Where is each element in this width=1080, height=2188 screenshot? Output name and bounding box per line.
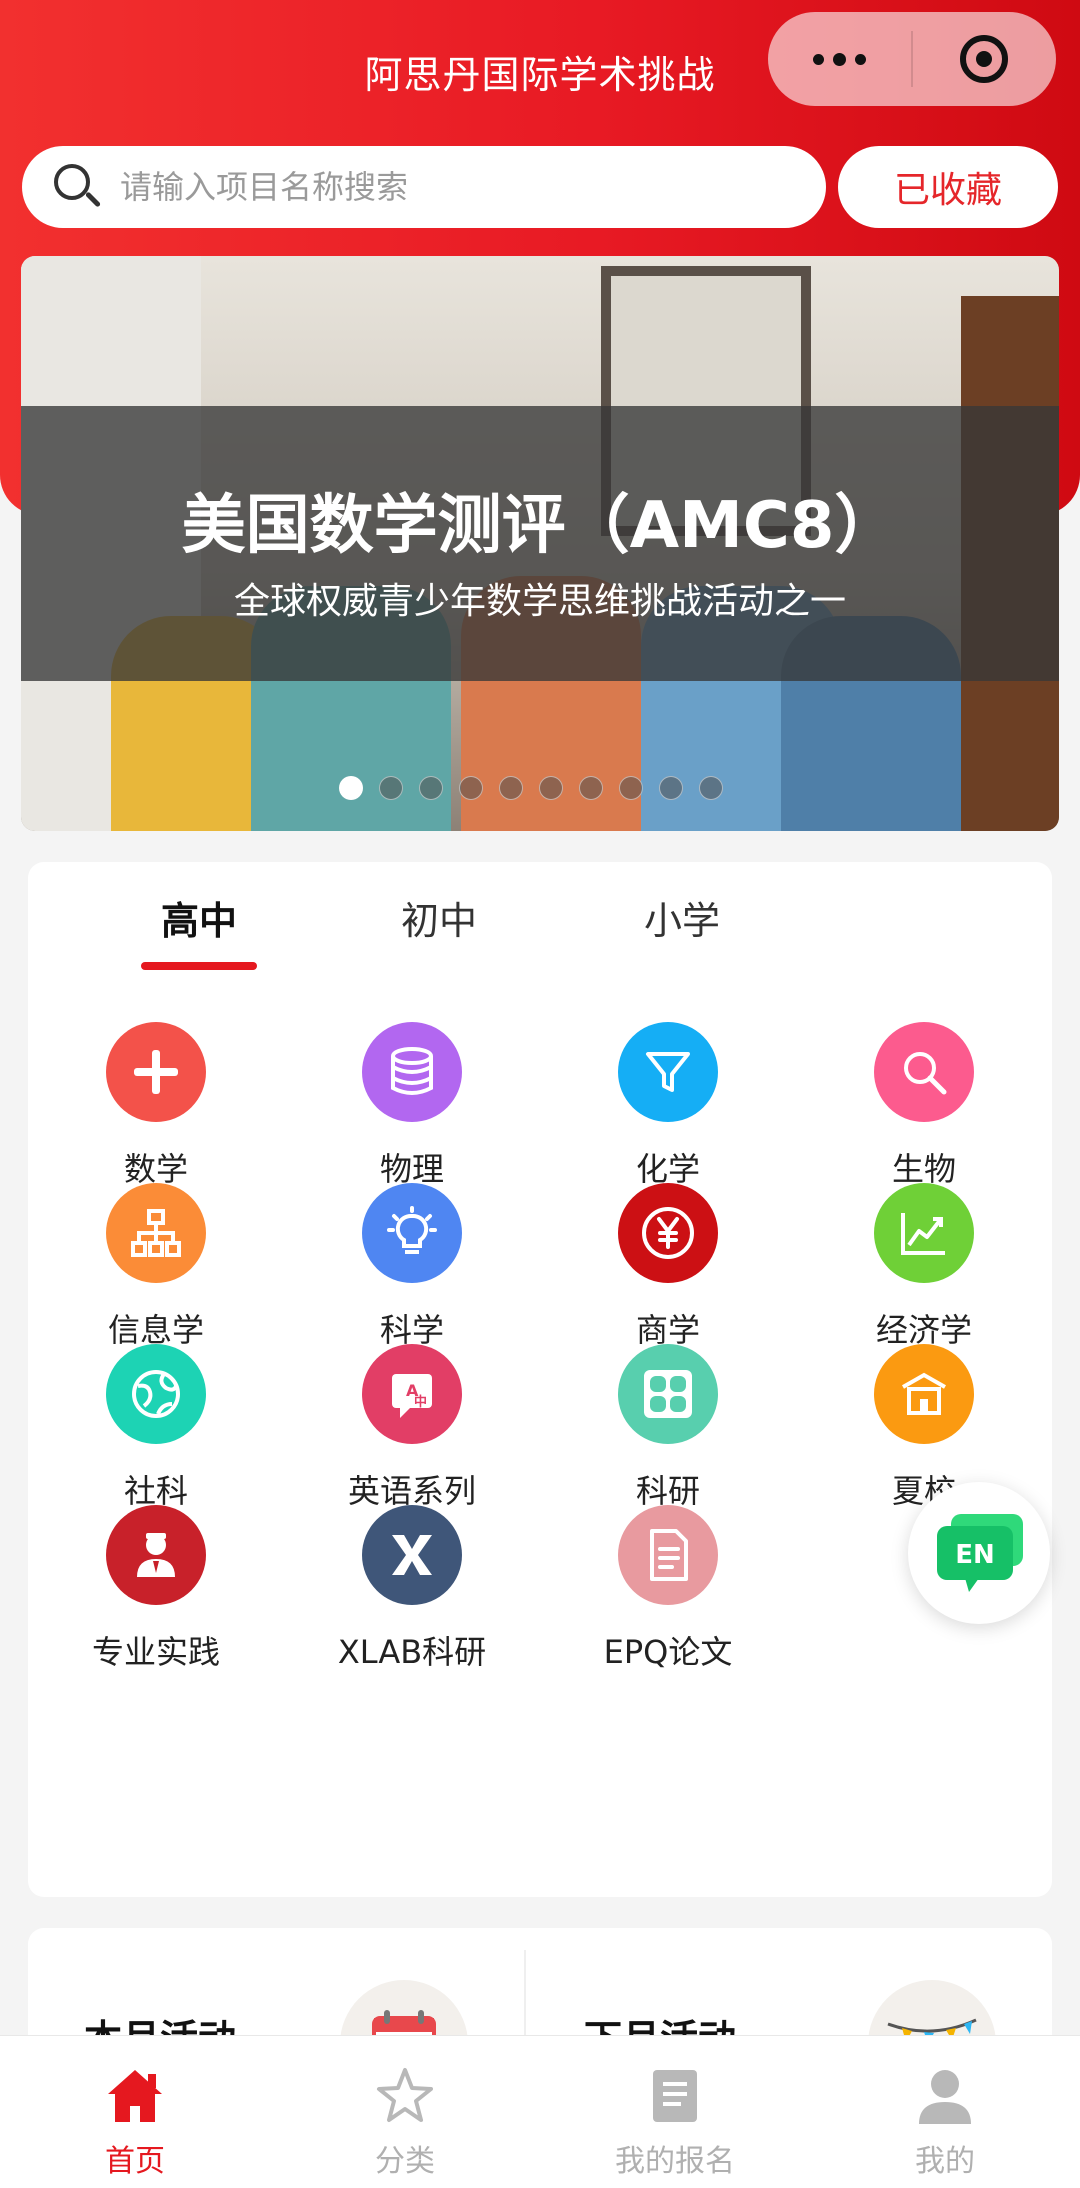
carousel-dot[interactable] xyxy=(379,776,403,800)
magnifier-icon xyxy=(874,1022,974,1122)
level-tabs: 高中 初中 小学 xyxy=(28,862,1052,1002)
page-title: 阿思丹国际学术挑战 xyxy=(364,53,716,97)
banner-title: 美国数学测评（AMC8） xyxy=(181,489,899,563)
more-dots-icon xyxy=(813,52,866,66)
tab-middle-school[interactable]: 初中 xyxy=(339,890,539,945)
carousel-dot[interactable] xyxy=(579,776,603,800)
chat-bubble-icon: EN xyxy=(937,1514,1023,1592)
search-icon xyxy=(54,164,102,210)
mini-program-capsule xyxy=(768,12,1056,106)
more-button[interactable] xyxy=(768,12,911,106)
category-label: 专业实践 xyxy=(91,1633,220,1671)
carousel-dot[interactable] xyxy=(619,776,643,800)
lightbulb-icon xyxy=(362,1183,462,1283)
carousel-dot[interactable] xyxy=(539,776,563,800)
nav-label: 首页 xyxy=(105,2144,165,2179)
category-card: 高中 初中 小学 数学 物理 化学 生物 信息学 科学 商学 经济学 社科 A 中英语系列 科研 夏校专… xyxy=(28,862,1052,1897)
yen-icon xyxy=(618,1183,718,1283)
carousel-dot[interactable] xyxy=(499,776,523,800)
school-icon xyxy=(874,1344,974,1444)
banner-subtitle: 全球权威青少年数学思维挑战活动之一 xyxy=(233,581,846,622)
category-item[interactable]: EPQ论文 xyxy=(540,1505,796,1705)
svg-text:中: 中 xyxy=(414,1394,427,1410)
carousel-dot[interactable] xyxy=(419,776,443,800)
category-label: EPQ论文 xyxy=(603,1633,733,1671)
plus-icon xyxy=(106,1022,206,1122)
active-tab-underline xyxy=(141,962,257,970)
clipboard-icon xyxy=(643,2064,707,2128)
user-icon xyxy=(913,2064,977,2128)
category-item[interactable]: XLAB科研 xyxy=(284,1505,540,1705)
worker-icon xyxy=(106,1505,206,1605)
search-bar[interactable] xyxy=(22,146,826,228)
target-icon xyxy=(960,35,1009,83)
carousel-indicator xyxy=(339,776,723,800)
nav-me[interactable]: 我的 xyxy=(810,2036,1080,2188)
org-chart-icon xyxy=(106,1183,206,1283)
nav-label: 分类 xyxy=(375,2144,435,2179)
carousel-dot[interactable] xyxy=(459,776,483,800)
tab-primary-school[interactable]: 小学 xyxy=(582,890,782,945)
grid-icon xyxy=(618,1344,718,1444)
nav-label: 我的 xyxy=(915,2144,975,2179)
home-icon xyxy=(103,2064,167,2128)
nav-home[interactable]: 首页 xyxy=(0,2036,270,2188)
category-label: XLAB科研 xyxy=(337,1633,487,1671)
carousel-dot[interactable] xyxy=(659,776,683,800)
trend-chart-icon xyxy=(874,1183,974,1283)
globe-icon xyxy=(106,1344,206,1444)
category-item[interactable]: 专业实践 xyxy=(28,1505,284,1705)
funnel-icon xyxy=(618,1022,718,1122)
nav-categories[interactable]: 分类 xyxy=(270,2036,540,2188)
language-switch-button[interactable]: EN xyxy=(908,1482,1050,1624)
bottom-navigation: 首页 分类 我的报名 我的 xyxy=(0,2035,1080,2188)
carousel-dot[interactable] xyxy=(339,776,363,800)
fab-label: EN xyxy=(955,1540,995,1570)
translate-icon: A中 xyxy=(362,1344,462,1444)
nav-my-registrations[interactable]: 我的报名 xyxy=(540,2036,810,2188)
x-logo-icon xyxy=(362,1505,462,1605)
nav-label: 我的报名 xyxy=(615,2144,735,2179)
carousel-dot[interactable] xyxy=(699,776,723,800)
database-icon xyxy=(362,1022,462,1122)
banner-carousel[interactable]: 美国数学测评（AMC8） 全球权威青少年数学思维挑战活动之一 xyxy=(21,256,1059,831)
favorites-button[interactable]: 已收藏 xyxy=(838,146,1058,228)
close-mini-program-button[interactable] xyxy=(913,12,1056,106)
document-icon xyxy=(618,1505,718,1605)
search-input[interactable] xyxy=(120,168,760,206)
star-icon xyxy=(373,2064,437,2128)
tab-high-school[interactable]: 高中 xyxy=(99,890,299,945)
